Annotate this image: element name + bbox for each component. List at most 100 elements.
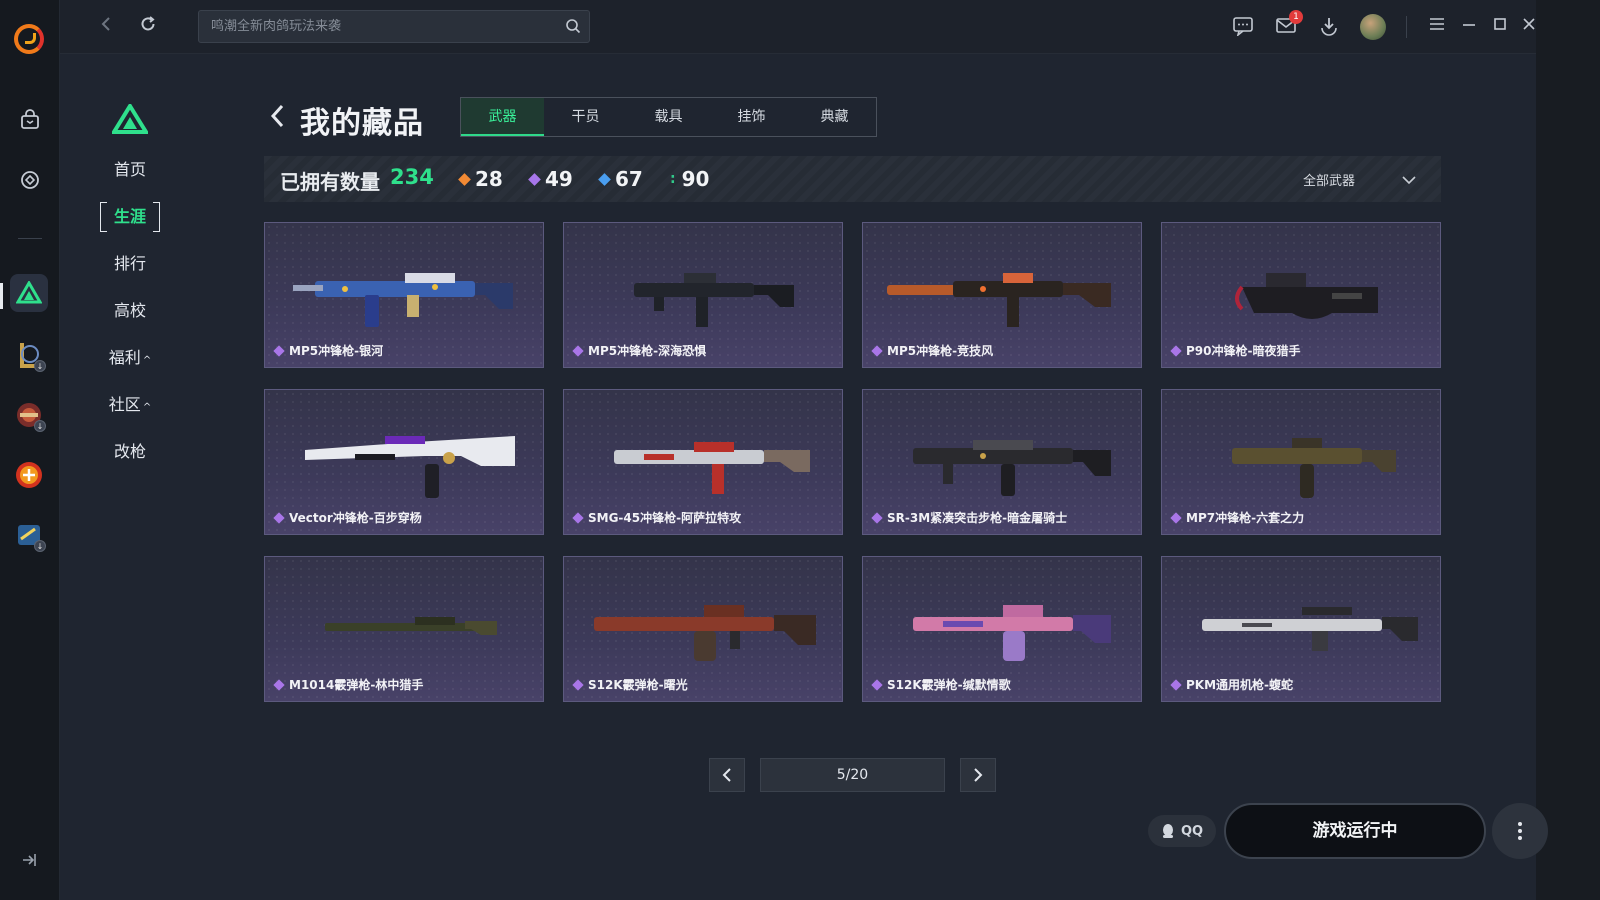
weapon-card[interactable]: SMG-45冲锋枪-阿萨拉特攻	[563, 389, 843, 535]
weapon-name-text: MP7冲锋枪-六套之力	[1186, 511, 1305, 525]
weapon-card[interactable]: MP7冲锋枪-六套之力	[1161, 389, 1441, 535]
minimize-icon[interactable]	[1458, 16, 1480, 38]
weapon-name-text: SMG-45冲锋枪-阿萨拉特攻	[588, 511, 742, 525]
game-3-icon[interactable]: ↓	[10, 396, 48, 434]
rarity-count-value: 49	[545, 167, 573, 191]
weapon-name-text: P90冲锋枪-暗夜猎手	[1186, 344, 1301, 358]
weapon-name: S12K霰弹枪-曙光	[572, 676, 688, 693]
delta-game-icon[interactable]	[10, 274, 48, 312]
search-icon[interactable]	[565, 18, 581, 34]
more-vertical-icon	[1518, 822, 1522, 840]
chat-icon[interactable]	[1232, 16, 1254, 38]
tab-vehicles[interactable]: 载具	[627, 98, 710, 136]
qq-penguin-icon	[1162, 824, 1173, 838]
weapon-image	[614, 442, 810, 494]
ownership-stats-bar: 已拥有数量 234 28 49 67 : 90 全部武器	[264, 156, 1441, 202]
weapon-card[interactable]: MP5冲锋枪-竞技风	[862, 222, 1142, 368]
weapon-image	[1232, 438, 1396, 498]
download-badge-icon: ↓	[34, 360, 46, 372]
download-badge-icon: ↓	[34, 540, 46, 552]
menu-icon[interactable]	[1426, 16, 1448, 38]
more-options-button[interactable]	[1492, 803, 1548, 859]
weapon-image	[634, 273, 794, 327]
weapon-name-text: SR-3M紧凑突击步枪-暗金屠骑士	[887, 511, 1068, 525]
weapon-card[interactable]: PKM通用机枪-蝮蛇	[1161, 556, 1441, 702]
rarity-count-value: 90	[681, 167, 710, 191]
green-dots-icon: :	[670, 171, 676, 187]
weapon-filter-dropdown[interactable]: 全部武器	[1303, 170, 1417, 189]
qq-button[interactable]: QQ	[1148, 815, 1216, 847]
weapon-card[interactable]: S12K霰弹枪-缄默情歌	[862, 556, 1142, 702]
game-tag-icon[interactable]	[16, 166, 44, 194]
weapon-image	[1202, 607, 1418, 651]
orange-diamond-icon	[458, 172, 471, 186]
back-chevron-icon[interactable]	[268, 102, 288, 130]
filter-label: 全部武器	[1302, 174, 1355, 189]
user-avatar[interactable]	[1360, 14, 1386, 40]
download-badge-icon: ↓	[34, 420, 46, 432]
weapon-name: PKM通用机枪-蝮蛇	[1170, 676, 1293, 693]
purple-diamond-icon	[1170, 511, 1182, 524]
mail-icon[interactable]: 1	[1275, 10, 1303, 38]
weapon-name-text: Vector冲锋枪-百步穿杨	[289, 511, 422, 525]
chevron-right-icon	[974, 768, 983, 782]
sidebar-item-label: 社区	[108, 395, 141, 414]
weapon-name-text: S12K霰弹枪-缄默情歌	[887, 678, 1011, 692]
weapon-name: P90冲锋枪-暗夜猎手	[1170, 342, 1301, 359]
app-rail: ↓ ↓ ↓	[0, 0, 60, 900]
refresh-icon[interactable]	[136, 14, 160, 38]
rarity-count-value: 67	[615, 167, 643, 191]
mail-count-badge: 1	[1289, 10, 1303, 24]
weapon-card[interactable]: P90冲锋枪-暗夜猎手	[1161, 222, 1441, 368]
tab-operators[interactable]: 干员	[544, 98, 627, 136]
weapon-name: SR-3M紧凑突击步枪-暗金屠骑士	[871, 509, 1068, 526]
weapon-name: MP5冲锋枪-银河	[273, 342, 383, 359]
back-arrow-icon[interactable]	[94, 14, 118, 38]
purple-diamond-icon	[1170, 344, 1182, 357]
purple-diamond-icon	[273, 344, 285, 357]
maximize-icon[interactable]	[1489, 16, 1511, 38]
lol-game-icon[interactable]: ↓	[10, 336, 48, 374]
collapse-sidebar-icon[interactable]	[20, 852, 40, 870]
weapon-name-text: M1014霰弹枪-林中猎手	[289, 678, 424, 692]
weapon-card[interactable]: Vector冲锋枪-百步穿杨	[264, 389, 544, 535]
purple-diamond-icon	[273, 511, 285, 524]
rail-divider	[18, 238, 42, 239]
sidebar-item-gunsmith[interactable]: 改枪	[100, 437, 160, 467]
blue-diamond-icon	[598, 172, 611, 186]
weapon-name: S12K霰弹枪-缄默情歌	[871, 676, 1011, 693]
sidebar-item-career[interactable]: 生涯	[100, 202, 160, 232]
tab-collection[interactable]: 典藏	[793, 98, 876, 136]
weapon-card[interactable]: MP5冲锋枪-银河	[264, 222, 544, 368]
bag-icon[interactable]	[16, 106, 44, 134]
game-running-button[interactable]: 游戏运行中	[1224, 803, 1486, 859]
sidebar-item-home[interactable]: 首页	[100, 155, 160, 185]
owned-count-label: 已拥有数量	[280, 170, 380, 194]
sidebar-item-ranking[interactable]: 排行	[100, 249, 160, 279]
download-icon[interactable]	[1318, 16, 1340, 38]
purple-diamond-icon	[871, 344, 883, 357]
tab-charms[interactable]: 挂饰	[710, 98, 793, 136]
next-page-button[interactable]	[960, 758, 996, 792]
sidebar-item-college[interactable]: 高校	[100, 296, 160, 326]
app-logo	[14, 24, 44, 54]
weapon-name-text: MP5冲锋枪-深海恐惧	[588, 344, 707, 358]
weapon-name: MP5冲锋枪-深海恐惧	[572, 342, 707, 359]
weapon-name-text: S12K霰弹枪-曙光	[588, 678, 688, 692]
weapon-card[interactable]: MP5冲锋枪-深海恐惧	[563, 222, 843, 368]
tab-weapons[interactable]: 武器	[461, 98, 544, 136]
weapon-name: Vector冲锋枪-百步穿杨	[273, 509, 422, 526]
weapon-name: SMG-45冲锋枪-阿萨拉特攻	[572, 509, 742, 526]
sidebar-item-benefits[interactable]: 福利 ^	[100, 343, 160, 373]
purple-diamond-icon	[572, 511, 584, 524]
search-input[interactable]	[199, 11, 554, 42]
sidebar-item-community[interactable]: 社区 ^	[100, 390, 160, 420]
weapon-card[interactable]: SR-3M紧凑突击步枪-暗金屠骑士	[862, 389, 1142, 535]
weapon-card[interactable]: S12K霰弹枪-曙光	[563, 556, 843, 702]
game-5-icon[interactable]: ↓	[10, 516, 48, 554]
weapon-card[interactable]: M1014霰弹枪-林中猎手	[264, 556, 544, 702]
weapon-image	[594, 605, 816, 661]
cf-game-icon[interactable]	[10, 456, 48, 494]
weapon-name-text: MP5冲锋枪-竞技风	[887, 344, 994, 358]
prev-page-button[interactable]	[709, 758, 745, 792]
